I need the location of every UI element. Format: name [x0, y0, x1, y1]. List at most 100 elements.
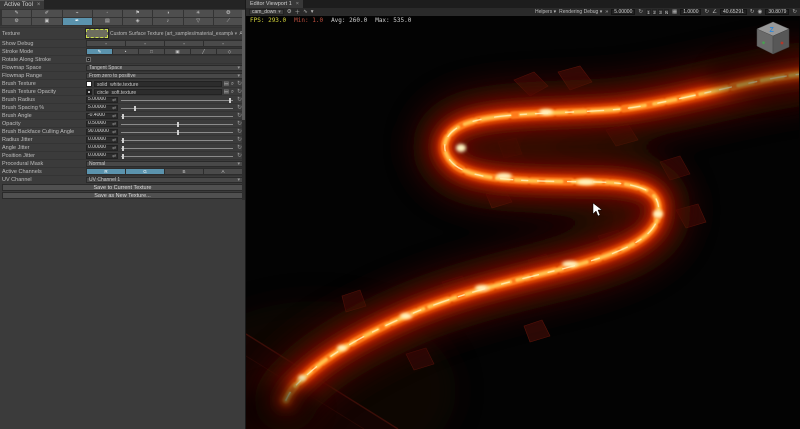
gizmo-z-axis-label: Z — [770, 27, 775, 34]
value-field[interactable]: 0.00000 ⇄ — [86, 136, 118, 143]
search-icon[interactable]: ⌕ — [231, 81, 234, 87]
preset-3-button[interactable]: 3 — [657, 9, 663, 15]
flowmap-space-dropdown[interactable]: Tangent Space ▾ — [86, 64, 243, 71]
value-field[interactable]: 5.00000 ⇄ — [86, 104, 118, 111]
curve-icon[interactable]: ∿ — [303, 9, 308, 15]
avg-stat: Avg: 260.0 — [331, 17, 368, 24]
stroke-mode-segment-3[interactable]: □ — [139, 49, 164, 54]
texture-thumbnail[interactable] — [85, 28, 109, 39]
reset-icon[interactable]: ↻ — [750, 9, 755, 15]
save-to-current-texture-button[interactable]: Save to Current Texture — [2, 184, 243, 191]
uv-channel-dropdown[interactable]: UV Channel 1 ▾ — [86, 176, 243, 183]
stroke-mode-segment-5[interactable]: ╱ — [191, 49, 216, 54]
search-icon[interactable]: ⌕ — [231, 89, 234, 95]
value-field[interactable]: 0.00000 ⇄ — [86, 152, 118, 159]
preset-2-button[interactable]: 2 — [651, 9, 657, 15]
rotate-along-stroke-checkbox[interactable] — [86, 57, 91, 62]
panel-tab-bar: Active Tool × — [0, 0, 245, 9]
tool-mask-button[interactable]: ◈ — [123, 18, 153, 25]
reset-icon[interactable]: ↻ — [704, 9, 709, 15]
brush-texture-opacity-name[interactable]: circle_soft.texture — [94, 88, 222, 95]
backface-culling-slider[interactable] — [120, 129, 234, 135]
stroke-mode-segment-2[interactable]: • — [113, 49, 138, 54]
camera-speed-field[interactable]: 5.00000 — [611, 9, 636, 15]
active-channels-segment-2[interactable]: G — [126, 169, 164, 174]
show-debug-segment-3[interactable]: ▫ — [165, 41, 203, 46]
stroke-mode-segment-4[interactable]: ▣ — [165, 49, 190, 54]
tool-contrast-button[interactable]: ◑ — [153, 10, 183, 17]
position-jitter-slider[interactable] — [120, 153, 234, 159]
close-icon[interactable]: × — [37, 2, 41, 8]
tool-droplet-button[interactable]: ◦ — [92, 10, 122, 17]
tool-modifier-button[interactable]: ♪ — [153, 18, 183, 25]
value-field[interactable]: 5.00000 ⇄ — [86, 96, 118, 103]
preset-N-button[interactable]: N — [663, 9, 669, 15]
tab-active-tool[interactable]: Active Tool × — [0, 0, 45, 9]
folder-icon[interactable]: ▤ — [224, 81, 229, 87]
flowmap-range-dropdown[interactable]: From zero to positive ▾ — [86, 72, 243, 79]
tool-eraser-button[interactable]: ✐ — [32, 10, 62, 17]
tool-flowmap-brush-button[interactable]: ✒ — [62, 18, 92, 25]
reset-icon[interactable]: ↻ — [792, 9, 797, 15]
fov-field[interactable]: 30.8079 — [765, 9, 790, 15]
angle-snap-icon[interactable]: ∠ — [712, 9, 717, 15]
angle-jitter-slider[interactable] — [120, 145, 234, 151]
show-debug-segment-1[interactable]: ▫ — [87, 41, 125, 46]
tool-image-button[interactable]: ▣ — [32, 18, 62, 25]
viewport-tab-bar: Editor Viewport 1 × — [246, 0, 800, 8]
angle-snap-field[interactable]: 40.65291 — [720, 9, 747, 15]
opacity-slider[interactable] — [120, 121, 234, 127]
brush-texture-name[interactable]: solid_white.texture — [94, 80, 222, 87]
active-channels-segment-3[interactable]: B — [165, 169, 203, 174]
folder-icon[interactable]: ▤ — [224, 89, 229, 95]
preset-1-button[interactable]: 1 — [645, 9, 651, 15]
tool-texture-button[interactable]: ▤ — [92, 18, 122, 25]
tool-fill-button[interactable]: ⚑ — [123, 10, 153, 17]
tab-editor-viewport-1[interactable]: Editor Viewport 1 × — [246, 0, 304, 8]
stroke-mode-segment-6[interactable]: ◇ — [217, 49, 242, 54]
tool-noise-button[interactable]: ✳ — [183, 10, 213, 17]
radius-jitter-slider[interactable] — [120, 137, 234, 143]
procedural-mask-dropdown[interactable]: Normal ▾ — [86, 160, 243, 167]
save-as-new-texture-button[interactable]: Save as New Texture... — [2, 192, 243, 199]
show-debug-segment-4[interactable]: ▫ — [204, 41, 242, 46]
show-debug-segment-2[interactable]: ▫ — [126, 41, 164, 46]
chevron-down-icon: ▾ — [237, 176, 240, 183]
reset-icon[interactable]: ↻ — [638, 9, 643, 15]
gizmo-x-axis-dot — [780, 41, 784, 45]
rendering-debug-menu[interactable]: Rendering Debug ▾ — [559, 9, 602, 15]
tool-filter-button[interactable]: ▽ — [183, 18, 213, 25]
viewport-scene[interactable]: FPS: 293.0 Min: 1.0 Avg: 260.0 Max: 535.… — [246, 16, 800, 429]
close-icon[interactable]: × — [296, 1, 299, 7]
grid-snap-icon[interactable]: ▦ — [672, 9, 677, 15]
active-channels-segment-1[interactable]: R — [87, 169, 125, 174]
value-field[interactable]: 0.50000 ⇄ — [86, 120, 118, 127]
speed-presets: 123N — [645, 9, 669, 15]
tool-knife-button[interactable]: ⟋ — [213, 18, 243, 25]
tool-settings-sun-button[interactable]: ❂ — [213, 10, 243, 17]
brush-spacing-slider[interactable] — [120, 105, 234, 111]
add-icon[interactable]: ＋ — [295, 8, 301, 16]
gear-icon[interactable]: ⚙ — [287, 9, 292, 15]
panel-scrollbar[interactable] — [242, 10, 245, 200]
active-channels-segment-4[interactable]: A — [204, 169, 242, 174]
tool-gear-button[interactable]: ⚙ — [2, 18, 32, 25]
texture-path[interactable]: Custom Surface Texture (art_samples/mate… — [110, 31, 233, 37]
tool-eyedropper-button[interactable]: ⌁ — [62, 10, 92, 17]
camera-select-dropdown[interactable]: cam_down ▾ — [249, 9, 284, 15]
brush-angle-slider[interactable] — [120, 113, 234, 119]
chevron-down-icon: ▾ — [237, 72, 240, 79]
chevron-down-icon[interactable]: ▾ — [235, 31, 238, 37]
chevron-down-icon[interactable]: ▾ — [311, 9, 314, 15]
value-field[interactable]: -0.4000 ⇄ — [86, 112, 118, 119]
helpers-menu[interactable]: Helpers ▾ — [535, 9, 556, 15]
brush-texture-row: Brush Texture solid_white.texture ▤ ⌕ ↻ — [0, 79, 245, 87]
active-channels-segments: RGBA — [86, 168, 243, 175]
value-field[interactable]: 90.00000 ⇄ — [86, 128, 118, 135]
fov-icon[interactable]: ◉ — [758, 9, 763, 15]
brush-radius-slider[interactable] — [120, 97, 234, 103]
stroke-mode-segment-1[interactable]: ✎ — [87, 49, 112, 54]
value-field[interactable]: 0.00000 ⇄ — [86, 144, 118, 151]
grid-snap-field[interactable]: 1.0000 — [680, 9, 702, 15]
tool-paint-brush-button[interactable]: ✎ — [2, 10, 32, 17]
